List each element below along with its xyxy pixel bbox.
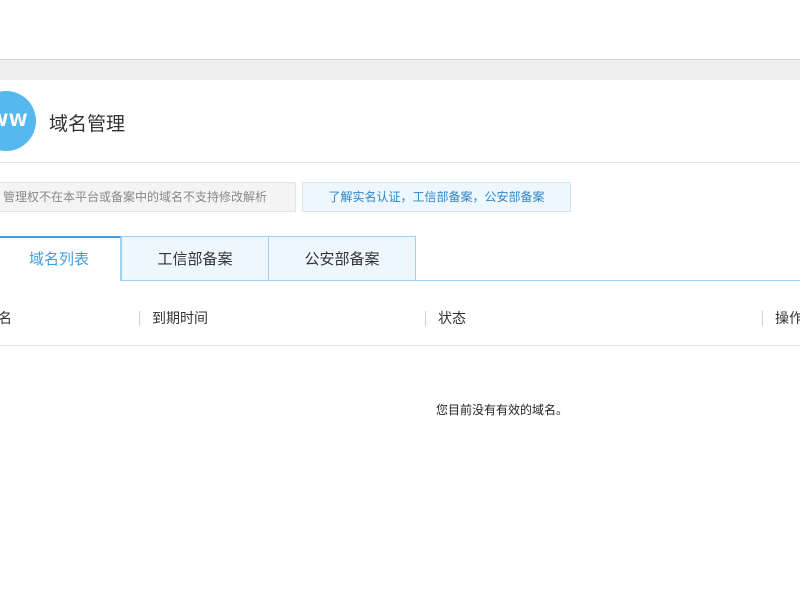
tab-domain-list[interactable]: 域名列表: [0, 236, 121, 281]
empty-state-message: 您目前没有有效的域名。: [436, 403, 569, 417]
column-header-actions: 操作: [775, 311, 800, 327]
real-name-filing-link[interactable]: 了解实名认证，工信部备案，公安部备案: [302, 182, 571, 212]
column-separator: [762, 311, 763, 326]
column-separator: [139, 311, 140, 326]
column-header-status: 状态: [438, 311, 466, 327]
page-title: 域名管理: [49, 113, 126, 135]
logo-text: WW: [0, 111, 28, 131]
column-header-expiry: 到期时间: [152, 311, 208, 327]
header-divider: [0, 162, 800, 163]
main-panel: [0, 80, 800, 600]
column-separator: [425, 311, 426, 326]
tab-miit-filing[interactable]: 工信部备案: [121, 236, 269, 281]
gray-band: [0, 60, 800, 80]
notice-message: 管理权不在本平台或备案中的域名不支持修改解析: [0, 182, 296, 212]
table-header-divider: [0, 345, 800, 346]
top-bar: [0, 0, 800, 59]
tab-police-filing[interactable]: 公安部备案: [268, 236, 416, 281]
column-header-domain: 名: [0, 311, 12, 327]
